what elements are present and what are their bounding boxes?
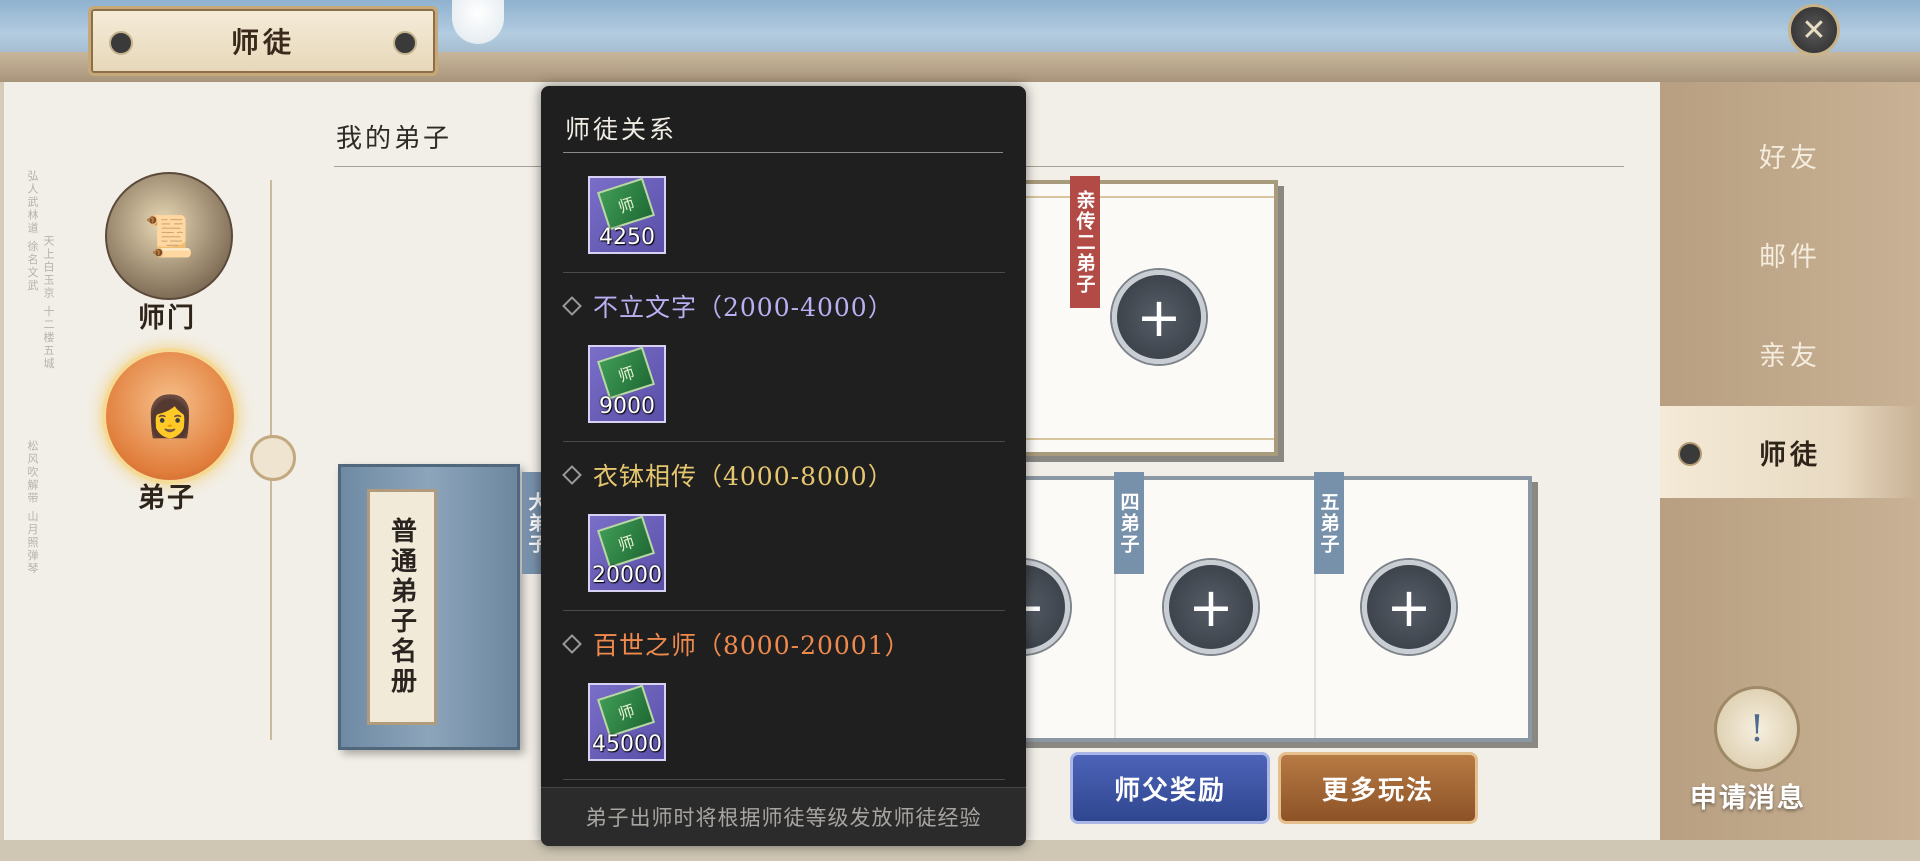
tier-label: 不立文字（2000-4000） bbox=[562, 288, 894, 324]
window-title: 师徒 bbox=[230, 26, 295, 59]
popup-separator bbox=[563, 441, 1005, 442]
calligraphy-decoration: 弘人武林道 徐名文武 bbox=[26, 170, 39, 293]
popup-separator bbox=[563, 272, 1005, 273]
menu-label: 亲友 bbox=[1759, 340, 1821, 372]
slot-tag-fourth: 四弟子 bbox=[1114, 472, 1144, 574]
reward-item[interactable]: 师 4250 bbox=[588, 176, 666, 254]
popup-footer-note: 弟子出师时将根据师徒等级发放师徒经验 bbox=[541, 787, 1026, 846]
close-icon: ✕ bbox=[1801, 12, 1827, 48]
add-disciple-button[interactable]: + bbox=[1164, 560, 1258, 654]
menu-item-mail[interactable]: 邮件 bbox=[1660, 208, 1920, 300]
plus-icon: + bbox=[1386, 575, 1432, 639]
tier-text: 百世之师（8000-20001） bbox=[593, 631, 911, 660]
reward-count: 45000 bbox=[592, 732, 662, 757]
disciple-roster-book[interactable]: 普通弟子名册 bbox=[338, 464, 520, 750]
plus-icon: + bbox=[1188, 575, 1234, 639]
menu-label: 邮件 bbox=[1759, 241, 1821, 273]
tier-label: 衣钵相传（4000-8000） bbox=[562, 457, 894, 493]
book-rule bbox=[1018, 438, 1274, 440]
mentorship-tooltip: 师徒关系 师 4250 不立文字（2000-4000） 师 9000 衣钵相传（… bbox=[541, 86, 1026, 846]
diamond-bullet-icon bbox=[562, 634, 582, 654]
master-book-icon: 师 bbox=[596, 515, 656, 569]
section-title: 我的弟子 bbox=[336, 124, 453, 154]
knot-ornament-icon bbox=[393, 31, 417, 55]
diamond-bullet-icon bbox=[562, 465, 582, 485]
menu-label: 好友 bbox=[1759, 142, 1821, 174]
reward-item[interactable]: 师 20000 bbox=[588, 514, 666, 592]
window-title-plaque: 师徒 bbox=[88, 6, 438, 76]
popup-title: 师徒关系 bbox=[565, 115, 678, 144]
master-book-icon: 师 bbox=[596, 346, 656, 400]
dizi-avatar[interactable]: 👩 bbox=[102, 348, 238, 484]
shimen-avatar[interactable]: 📜 bbox=[105, 172, 233, 300]
knot-ornament-icon bbox=[1678, 442, 1702, 466]
tier-text: 不立文字（2000-4000） bbox=[593, 293, 894, 322]
reward-count: 4250 bbox=[599, 225, 655, 250]
menu-item-mentorship[interactable]: 师徒 bbox=[1660, 406, 1920, 498]
roster-label: 普通弟子名册 bbox=[367, 489, 437, 725]
reward-item[interactable]: 师 45000 bbox=[588, 683, 666, 761]
apply-messages-label[interactable]: 申请消息 bbox=[1690, 776, 1806, 815]
menu-item-friends[interactable]: 好友 bbox=[1660, 109, 1920, 201]
plus-icon: + bbox=[1136, 285, 1182, 349]
tier-text: 衣钵相传（4000-8000） bbox=[593, 462, 894, 491]
tier-label: 百世之师（8000-20001） bbox=[562, 626, 911, 662]
book-rule bbox=[1018, 196, 1274, 198]
menu-label: 师徒 bbox=[1759, 439, 1821, 471]
add-disciple-button[interactable]: + bbox=[1362, 560, 1456, 654]
knot-ornament-icon bbox=[109, 31, 133, 55]
popup-separator bbox=[563, 779, 1005, 780]
menu-item-relatives[interactable]: 亲友 bbox=[1660, 307, 1920, 399]
nav-label-shimen[interactable]: 师门 bbox=[138, 296, 196, 335]
diamond-bullet-icon bbox=[562, 296, 582, 316]
popup-separator bbox=[563, 610, 1005, 611]
panel-edge bbox=[0, 82, 4, 840]
knot-ornament-icon bbox=[250, 435, 296, 481]
master-book-icon: 师 bbox=[596, 177, 656, 231]
slot-tag-fifth: 五弟子 bbox=[1314, 472, 1344, 574]
scroll-icon[interactable]: ! bbox=[1714, 686, 1800, 772]
nav-label-dizi[interactable]: 弟子 bbox=[138, 476, 196, 515]
reward-item[interactable]: 师 9000 bbox=[588, 345, 666, 423]
add-disciple-button[interactable]: + bbox=[1112, 270, 1206, 364]
more-gameplay-button[interactable]: 更多玩法 bbox=[1278, 752, 1478, 824]
calligraphy-decoration: 天上白玉京 十二楼五城 bbox=[42, 235, 55, 371]
popup-divider bbox=[563, 152, 1003, 153]
master-reward-button[interactable]: 师父奖励 bbox=[1070, 752, 1270, 824]
close-button[interactable]: ✕ bbox=[1788, 4, 1840, 56]
master-book-icon: 师 bbox=[596, 684, 656, 738]
calligraphy-decoration: 松风吹解带 山月照弹琴 bbox=[26, 440, 39, 576]
reward-count: 9000 bbox=[599, 394, 655, 419]
reward-count: 20000 bbox=[592, 563, 662, 588]
slot-tag-second: 亲传二弟子 bbox=[1070, 176, 1100, 308]
